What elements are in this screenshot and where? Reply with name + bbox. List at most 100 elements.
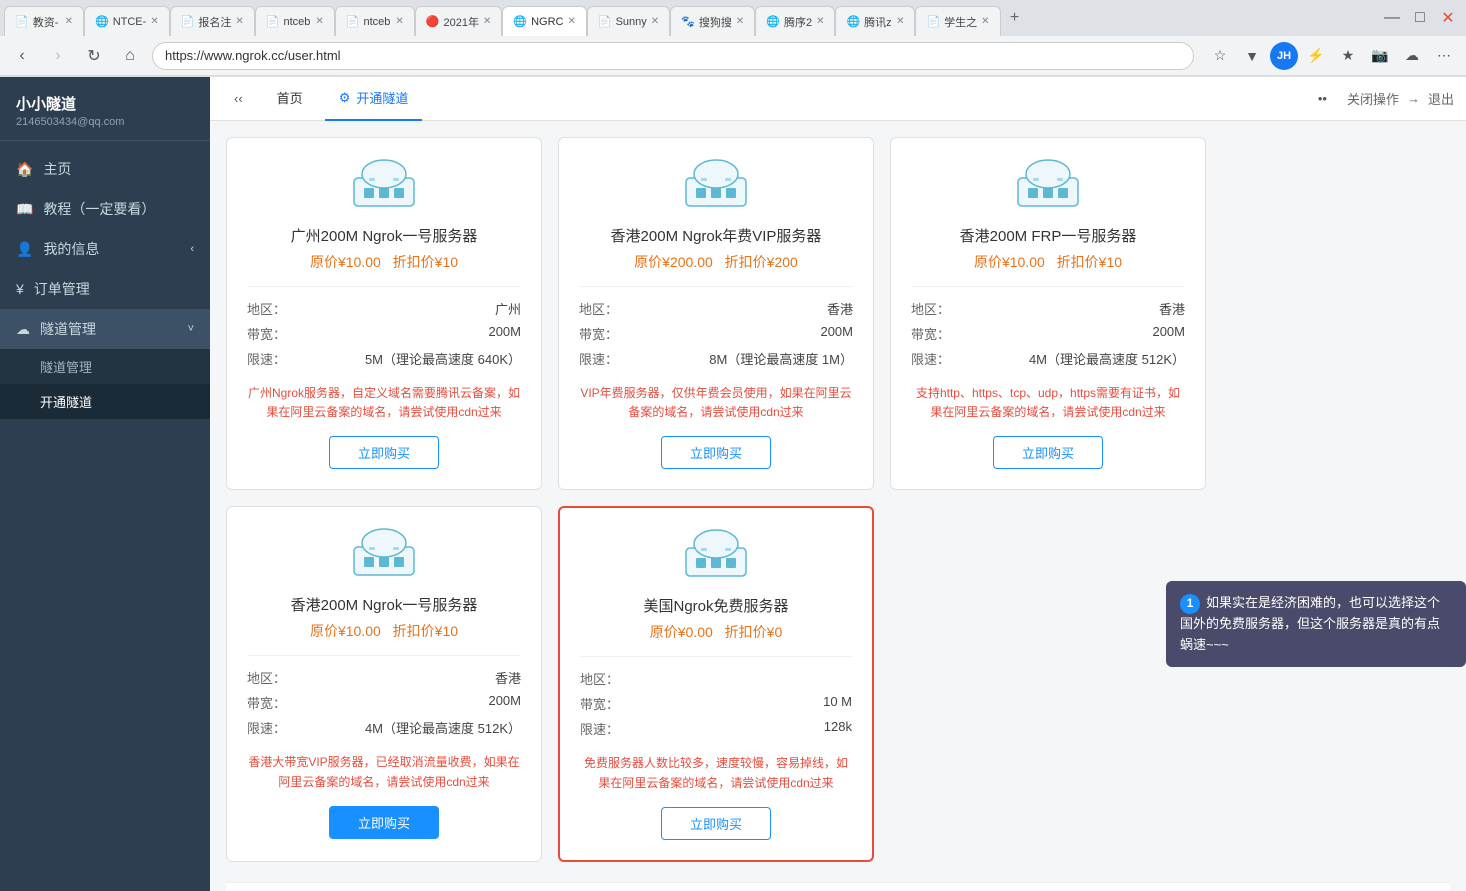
logout-icon: → (1407, 91, 1420, 106)
spec-region-0: 地区： 广州 (247, 299, 521, 318)
chevron-myinfo-icon: ‹ (190, 243, 194, 255)
spec-speed-4: 限速： 128k (580, 719, 852, 738)
spec-speed-3: 限速： 4M（理论最高速度 512K） (247, 718, 521, 737)
content-area: 广州200M Ngrok一号服务器 原价¥10.00 折扣价¥10 地区： 广州… (210, 121, 1466, 891)
screenshot-icon[interactable]: 📷 (1366, 42, 1394, 70)
sidebar-item-myinfo[interactable]: 👤 我的信息 ‹ (0, 229, 210, 269)
minimize-button[interactable]: — (1378, 4, 1406, 32)
tab-0[interactable]: 📄 教资- ✕ (4, 6, 84, 36)
sidebar-item-tutorial[interactable]: 📖 教程（一定要看） (0, 189, 210, 229)
tab-close-8[interactable]: ✕ (736, 16, 744, 27)
tab-close-6[interactable]: ✕ (567, 16, 575, 27)
card-hk-frp-specs: 地区： 香港 带宽： 200M 限速： 4M（理论最高速度 512K） (911, 286, 1185, 374)
card-hk-1-title: 香港200M Ngrok一号服务器 (291, 594, 478, 615)
tab-4[interactable]: 📄 ntceb ✕ (335, 6, 415, 36)
home-button[interactable]: ⌂ (116, 42, 144, 70)
spec-bandwidth-3: 带宽： 200M (247, 693, 521, 712)
card-us-free-specs: 地区： 带宽： 10 M 限速： 128k (580, 656, 852, 744)
tab-2[interactable]: 📄 报名注 ✕ (170, 6, 255, 36)
sidebar-subitem-open[interactable]: 开通隧道 (0, 384, 210, 419)
spec-bandwidth-4: 带宽： 10 M (580, 694, 852, 713)
app-body: 小小隧道 2146503434@qq.com 🏠 主页 📖 教程（一定要看） 👤… (0, 77, 1466, 891)
address-bar: ‹ › ↻ ⌂ ☆ ▼ JH ⚡ ★ 📷 ☁ ⋯ (0, 36, 1466, 76)
back-button[interactable]: ‹ (8, 42, 36, 70)
tab-close-10[interactable]: ✕ (896, 16, 904, 27)
tab-1[interactable]: 🌐 NTCE- ✕ (84, 6, 170, 36)
tab-close-1[interactable]: ✕ (150, 16, 158, 27)
user-avatar[interactable]: JH (1270, 42, 1298, 70)
tab-home[interactable]: 首页 (263, 77, 317, 121)
new-tab-button[interactable]: + (1001, 4, 1029, 32)
sidebar-item-home[interactable]: 🏠 主页 (0, 149, 210, 189)
filter-icon[interactable]: ▼ (1238, 42, 1266, 70)
card-us-free: 美国Ngrok免费服务器 原价¥0.00 折扣价¥0 地区： 带宽： (558, 506, 874, 861)
sidebar-nav: 🏠 主页 📖 教程（一定要看） 👤 我的信息 ‹ ¥ 订单管理 ☁ 隧道管理 ˅ (0, 141, 210, 891)
sidebar-item-myinfo-label: 我的信息 (43, 239, 99, 259)
tab-7[interactable]: 📄 Sunny ✕ (587, 6, 670, 36)
tab-open-tunnel[interactable]: ⚙ 开通隧道 (325, 77, 423, 121)
refresh-button[interactable]: ↻ (80, 42, 108, 70)
spec-bandwidth-0: 带宽： 200M (247, 324, 521, 343)
logout-btn[interactable]: 退出 (1428, 89, 1454, 108)
tab-close-0[interactable]: ✕ (65, 16, 73, 27)
tab-10[interactable]: 🌐 腾讯z ✕ (835, 6, 915, 36)
book-icon: 📖 (16, 201, 33, 218)
card-guangzhou-buy-button[interactable]: 立即购买 (329, 436, 439, 469)
footer: © 2015 Sunny博客提供技术支持 CSDN @猪肖屁 (226, 882, 1450, 891)
maximize-button[interactable]: □ (1406, 4, 1434, 32)
card-hk-vip: 香港200M Ngrok年费VIP服务器 原价¥200.00 折扣价¥200 地… (558, 137, 874, 490)
card-guangzhou-title: 广州200M Ngrok一号服务器 (291, 225, 478, 246)
close-ops-btn[interactable]: 关闭操作 (1347, 89, 1399, 108)
card-us-free-price: 原价¥0.00 折扣价¥0 (650, 622, 783, 642)
top-nav-right: 关闭操作 → 退出 (1347, 89, 1454, 108)
card-us-free-buy-button[interactable]: 立即购买 (661, 807, 771, 840)
nav-back-btn[interactable]: ‹‹ (222, 87, 255, 110)
tab-close-7[interactable]: ✕ (651, 16, 659, 27)
extensions-icon[interactable]: ⚡ (1302, 42, 1330, 70)
sidebar-subitem-manage[interactable]: 隧道管理 (0, 349, 210, 384)
card-guangzhou-specs: 地区： 广州 带宽： 200M 限速： 5M（理论最高速度 640K） (247, 286, 521, 374)
sidebar-item-tunnels[interactable]: ☁ 隧道管理 ˅ (0, 309, 210, 349)
yuan-icon: ¥ (16, 281, 24, 297)
tab-5[interactable]: 🔴 2021年 ✕ (415, 6, 503, 36)
home-tab-label: 首页 (277, 88, 303, 107)
home-icon: 🏠 (16, 161, 33, 178)
nav-forward-btn[interactable]: •• (1306, 87, 1339, 110)
tab-close-9[interactable]: ✕ (816, 16, 824, 27)
address-input[interactable] (152, 42, 1194, 70)
card-hk-frp-note: 支持http、https、tcp、udp，https需要有证书，如果在阿里云备案… (911, 384, 1185, 422)
card-hk-frp-buy-button[interactable]: 立即购买 (993, 436, 1103, 469)
card-hk-vip-price: 原价¥200.00 折扣价¥200 (634, 252, 798, 272)
forward-button[interactable]: › (44, 42, 72, 70)
tab-6[interactable]: 🌐 NGRC ✕ (502, 6, 586, 36)
card-hk-1-buy-button[interactable]: 立即购买 (329, 806, 439, 839)
card-hk-1-icon (349, 527, 419, 582)
close-window-button[interactable]: ✕ (1434, 4, 1462, 32)
cloud-icon: ☁ (16, 321, 30, 338)
card-hk-vip-buy-button[interactable]: 立即购买 (661, 436, 771, 469)
bookmark-icon[interactable]: ★ (1334, 42, 1362, 70)
tab-close-11[interactable]: ✕ (981, 16, 989, 27)
toolbar-icons: ☆ ▼ JH ⚡ ★ 📷 ☁ ⋯ (1206, 42, 1458, 70)
open-tunnel-label: 开通隧道 (356, 88, 408, 107)
menu-icon[interactable]: ⋯ (1430, 42, 1458, 70)
sync-icon[interactable]: ☁ (1398, 42, 1426, 70)
tab-close-4[interactable]: ✕ (395, 16, 403, 27)
tab-close-5[interactable]: ✕ (483, 16, 491, 27)
spec-speed-0: 限速： 5M（理论最高速度 640K） (247, 349, 521, 368)
tab-9[interactable]: 🌐 腾序2 ✕ (755, 6, 835, 36)
tab-close-3[interactable]: ✕ (315, 16, 323, 27)
star-icon[interactable]: ☆ (1206, 42, 1234, 70)
tab-11[interactable]: 📄 学生之 ✕ (915, 6, 1000, 36)
tooltip-bubble: 1如果实在是经济困难的，也可以选择这个国外的免费服务器，但这个服务器是真的有点蜗… (1166, 581, 1466, 667)
card-hk-frp: 香港200M FRP一号服务器 原价¥10.00 折扣价¥10 地区： 香港 带… (890, 137, 1206, 490)
card-hk-1-note: 香港大带宽VIP服务器，已经取消流量收费，如果在阿里云备案的域名，请尝试使用cd… (247, 753, 521, 791)
top-nav: ‹‹ 首页 ⚙ 开通隧道 •• 关闭操作 → 退出 (210, 77, 1466, 121)
tab-close-2[interactable]: ✕ (235, 16, 243, 27)
card-hk-1: 香港200M Ngrok一号服务器 原价¥10.00 折扣价¥10 地区： 香港… (226, 506, 542, 861)
tab-8[interactable]: 🐾 搜狗搜 ✕ (670, 6, 755, 36)
tab-3[interactable]: 📄 ntceb ✕ (255, 6, 335, 36)
sidebar-header: 小小隧道 2146503434@qq.com (0, 77, 210, 141)
sidebar-item-orders[interactable]: ¥ 订单管理 (0, 269, 210, 309)
card-hk-1-specs: 地区： 香港 带宽： 200M 限速： 4M（理论最高速度 512K） (247, 655, 521, 743)
